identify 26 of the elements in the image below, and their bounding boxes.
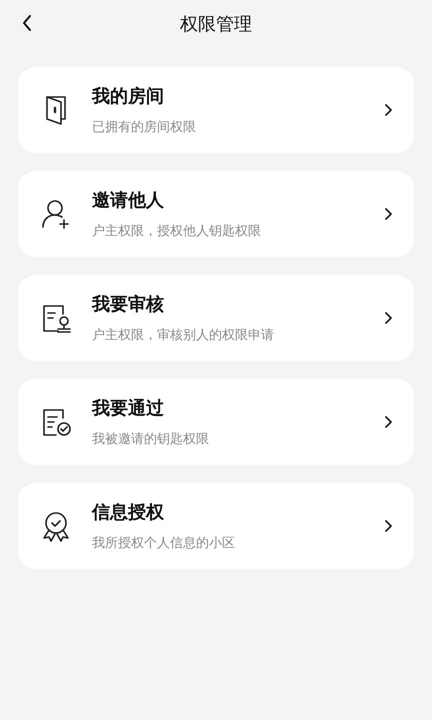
chevron-right-icon — [384, 520, 392, 532]
document-stamp-icon — [40, 302, 72, 334]
item-title: 我要通过 — [92, 397, 164, 420]
chevron-right-icon — [384, 104, 392, 116]
back-icon[interactable] — [21, 14, 33, 32]
chevron-right-icon — [384, 416, 392, 428]
item-subtitle: 已拥有的房间权限 — [92, 119, 196, 136]
menu-card[interactable]: 我的房间 已拥有的房间权限 — [18, 67, 414, 153]
item-subtitle: 户主权限，审核别人的权限申请 — [92, 327, 274, 344]
award-badge-icon — [40, 510, 72, 542]
item-title: 信息授权 — [92, 501, 164, 524]
item-subtitle: 户主权限，授权他人钥匙权限 — [92, 223, 261, 240]
chevron-right-icon — [384, 208, 392, 220]
door-icon — [43, 94, 69, 126]
menu-card[interactable]: 邀请他人 户主权限，授权他人钥匙权限 — [18, 171, 414, 257]
item-title: 我的房间 — [92, 85, 164, 108]
menu-card[interactable]: 我要审核 户主权限，审核别人的权限申请 — [18, 275, 414, 361]
chevron-right-icon — [384, 312, 392, 324]
page-title: 权限管理 — [180, 13, 252, 36]
item-subtitle: 我所授权个人信息的小区 — [92, 535, 235, 552]
item-title: 邀请他人 — [92, 189, 164, 212]
menu-card[interactable]: 信息授权 我所授权个人信息的小区 — [18, 483, 414, 569]
item-title: 我要审核 — [92, 293, 164, 316]
document-check-icon — [40, 406, 72, 438]
menu-card[interactable]: 我要通过 我被邀请的钥匙权限 — [18, 379, 414, 465]
item-subtitle: 我被邀请的钥匙权限 — [92, 431, 209, 448]
